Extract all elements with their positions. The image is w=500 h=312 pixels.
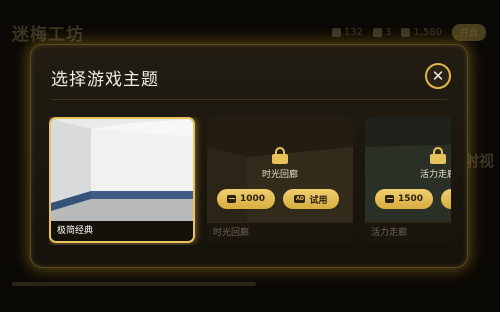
theme-card-time-corridor[interactable]: 时光回廊 1000 AD 试用 时光回廊 <box>207 117 353 243</box>
lock-icon <box>272 147 288 164</box>
trial-button[interactable]: AD 试用 <box>283 189 339 209</box>
background-stats: 132 3 1,580 开启 <box>331 24 486 41</box>
background-side-text: 射视 <box>463 152 494 170</box>
background-pill-button: 开启 <box>451 24 486 41</box>
theme-card-minimal-classic[interactable]: 极简经典 <box>49 117 195 243</box>
theme-card-name: 时光回廊 <box>207 223 353 243</box>
theme-action-row: 1000 AD 试用 <box>217 189 339 209</box>
price-label: 1000 <box>239 194 265 204</box>
theme-card-vitality-corridor[interactable]: 活力走廊 1500 AD 试用 活力走廊 <box>365 117 451 243</box>
theme-card-list[interactable]: 极简经典 时光回廊 1000 AD 试用 时光回廊 活力走 1500 活力走廊 <box>49 117 451 245</box>
coin-icon <box>227 195 236 203</box>
trial-button[interactable]: AD 试用 <box>441 189 451 209</box>
modal-title: 选择游戏主题 <box>51 70 159 90</box>
background-progress-bar <box>12 282 256 286</box>
theme-select-modal: 选择游戏主题 ✕ 极简经典 时光回廊 1000 AD 试用 时光回廊 活力走 1… <box>30 44 468 268</box>
coin-icon <box>385 195 394 203</box>
background-game-title: 迷梅工坊 <box>12 25 84 45</box>
coin-icon <box>401 28 411 37</box>
buy-with-coins-button[interactable]: 1000 <box>217 189 275 209</box>
background-stat-gems: 132 <box>331 27 363 38</box>
background-stat-value: 1,580 <box>413 27 442 38</box>
theme-locked-name: 时光回廊 <box>261 170 298 180</box>
gem-icon <box>331 28 341 37</box>
buy-with-coins-button[interactable]: 1500 <box>375 189 433 209</box>
price-label: 1500 <box>397 194 423 204</box>
modal-divider <box>51 99 447 100</box>
trial-label: 试用 <box>309 195 328 206</box>
theme-locked-name: 活力走廊 <box>419 170 451 180</box>
close-button[interactable]: ✕ <box>425 63 451 89</box>
lock-icon <box>430 147 446 164</box>
theme-card-name: 活力走廊 <box>365 223 451 243</box>
close-icon: ✕ <box>431 67 445 85</box>
background-stat-value: 132 <box>343 27 363 38</box>
theme-card-name: 极简经典 <box>51 221 193 241</box>
theme-action-row: 1500 AD 试用 <box>375 189 451 209</box>
theme-preview-room-image <box>51 119 193 221</box>
star-icon <box>372 28 382 37</box>
background-stat-stars: 3 <box>372 27 392 38</box>
background-stat-value: 3 <box>384 27 392 38</box>
video-ad-icon: AD <box>294 195 306 203</box>
background-stat-coins: 1,580 <box>401 27 442 38</box>
